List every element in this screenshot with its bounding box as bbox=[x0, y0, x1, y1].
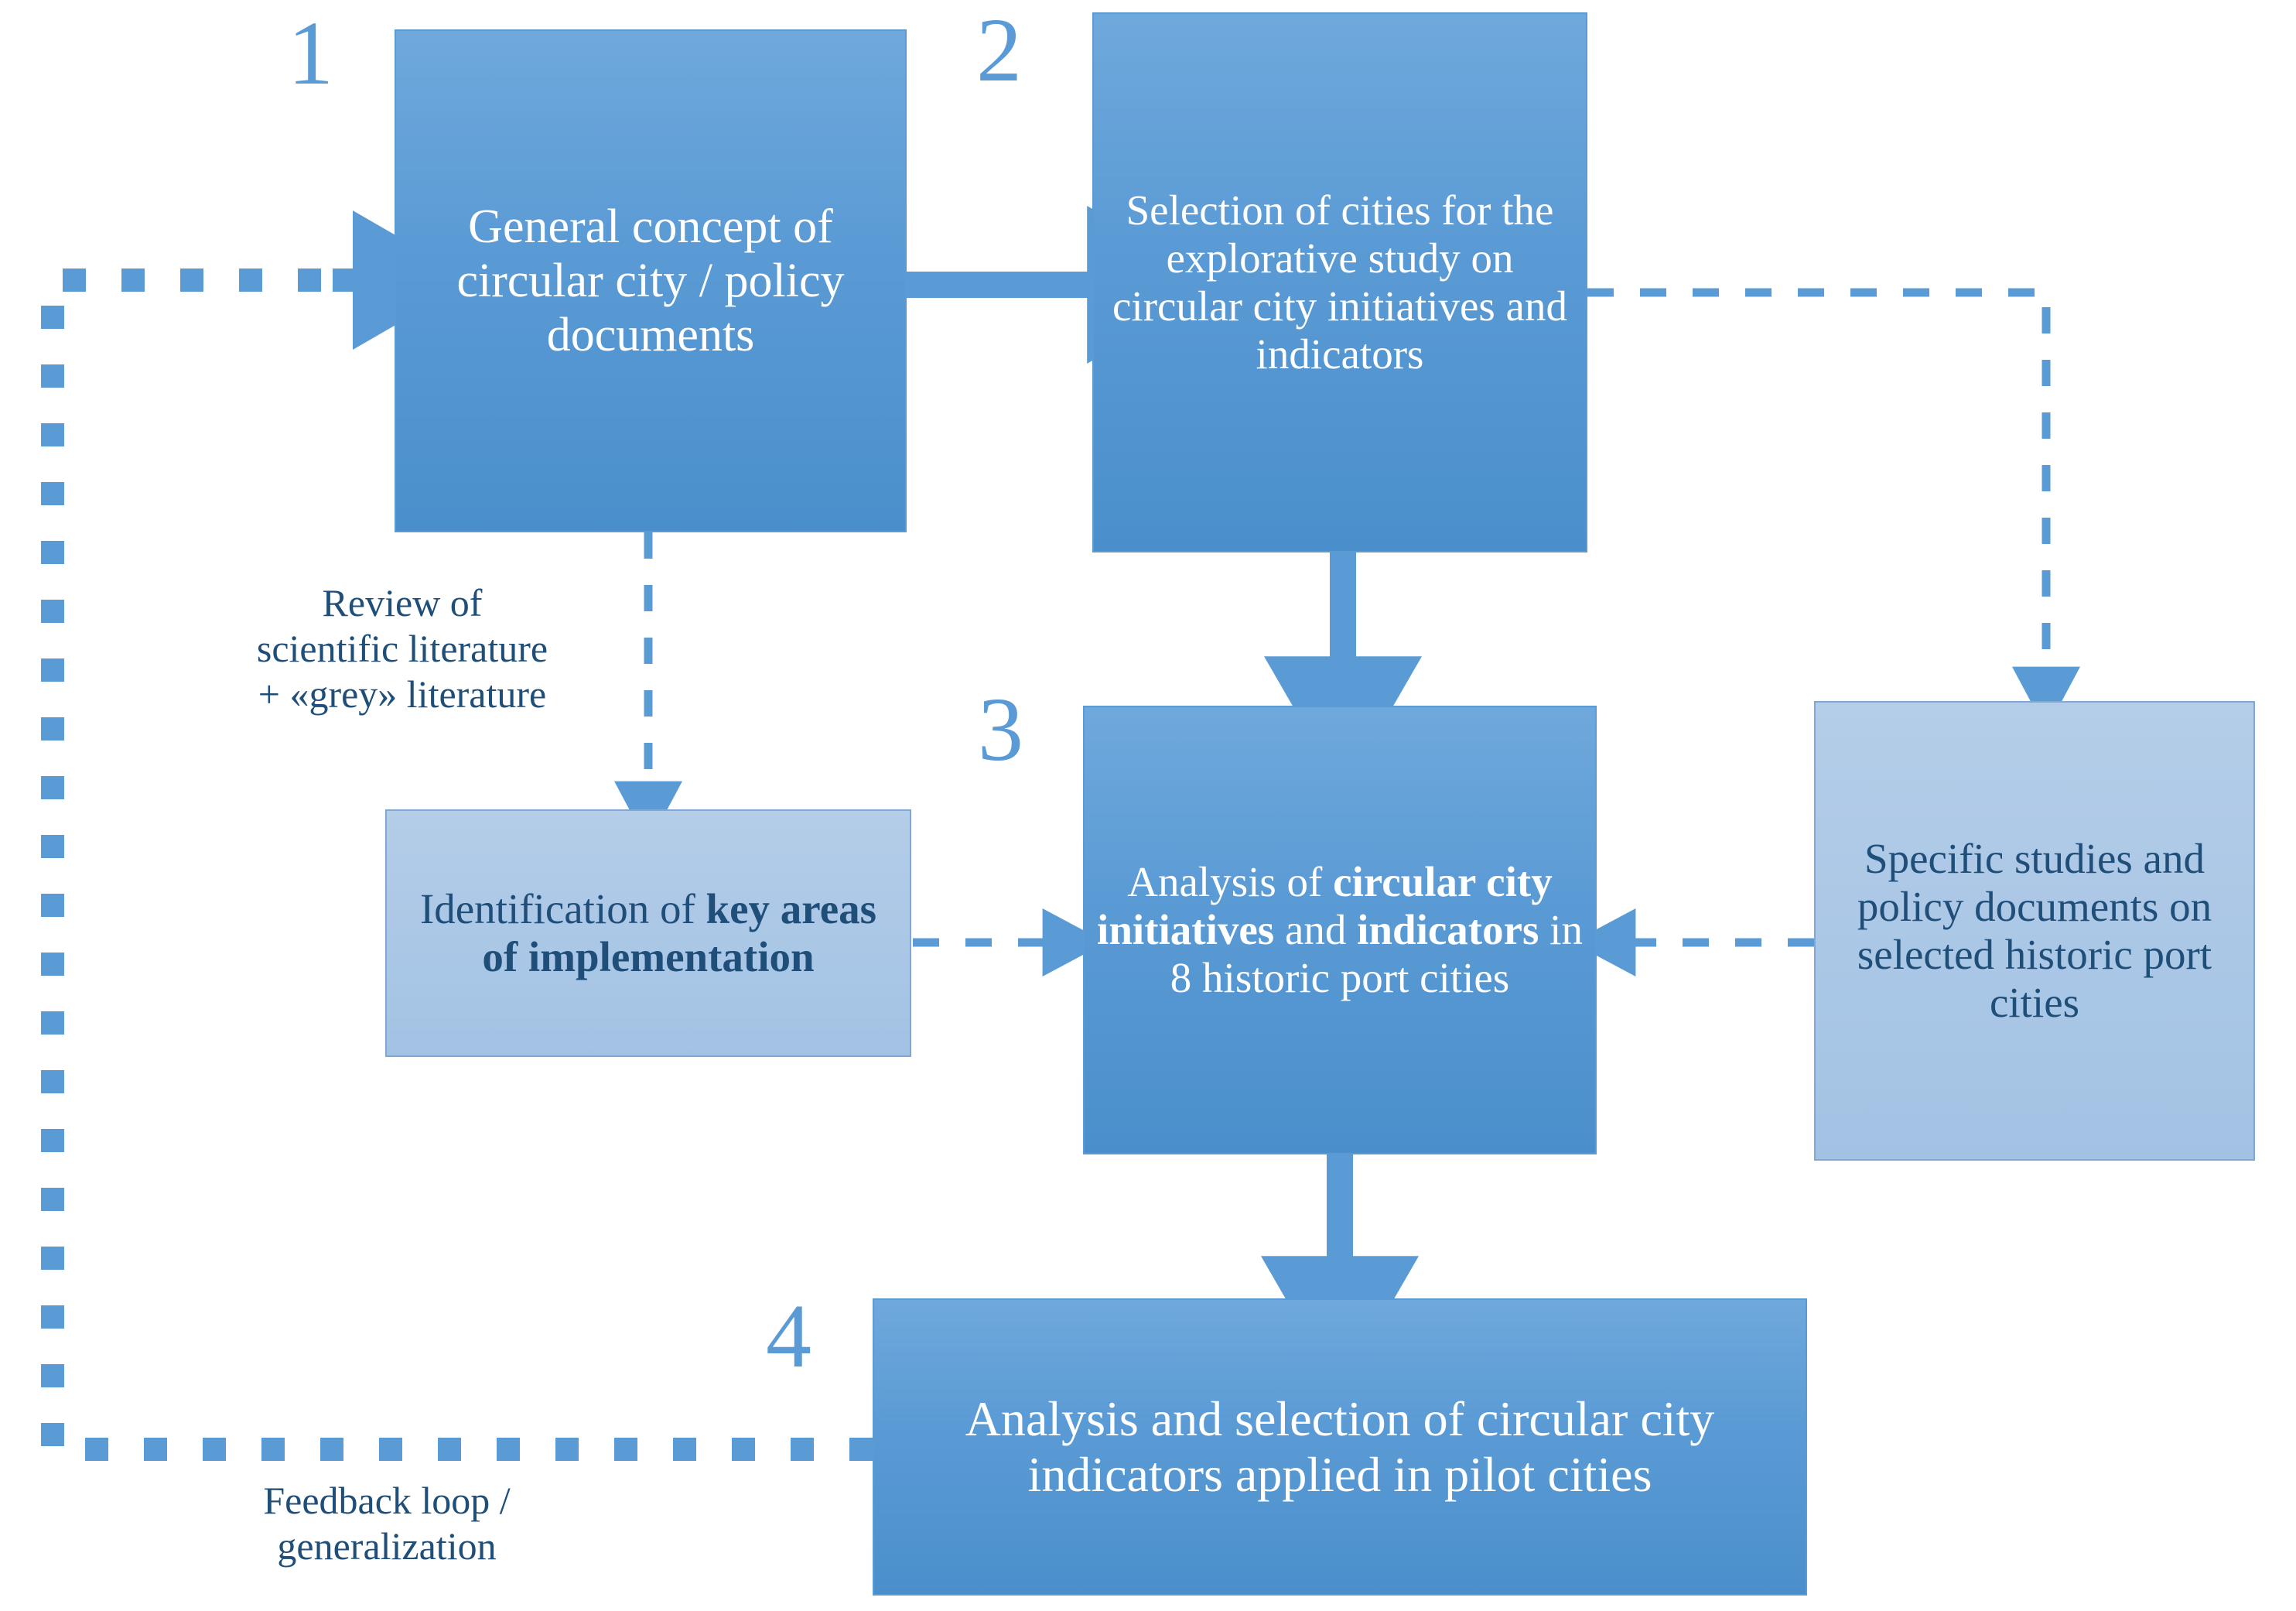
step-number-2: 2 bbox=[976, 0, 1022, 101]
step-number-1: 1 bbox=[288, 2, 333, 104]
step-box-analysis-initiatives-text: Analysis of circular city initiatives an… bbox=[1097, 857, 1583, 1002]
annotation-feedback-loop-line-1: Feedback loop / bbox=[263, 1479, 511, 1522]
support-box-specific-studies-text: Specific studies and policy documents on… bbox=[1857, 834, 2212, 1027]
connector-step2-to-specific-studies bbox=[1587, 288, 2080, 731]
annotation-feedback-loop-line-2: generalization bbox=[277, 1524, 497, 1568]
step-box-analysis-and-selection-text: Analysis and selection of circular city … bbox=[965, 1390, 1715, 1502]
annotation-review-literature-line-3: + «grey» literature bbox=[258, 672, 547, 716]
annotation-review-literature-line-2: scientific literature bbox=[256, 627, 548, 670]
step-box-analysis-initiatives[interactable]: Analysis of circular city initiatives an… bbox=[1083, 706, 1597, 1154]
step-box-analysis-and-selection[interactable]: Analysis and selection of circular city … bbox=[873, 1298, 1807, 1596]
annotation-feedback-loop: Feedback loop / generalization bbox=[139, 1478, 634, 1569]
annotation-review-literature: Review of scientific literature + «grey»… bbox=[147, 580, 658, 717]
step-number-4: 4 bbox=[766, 1285, 811, 1387]
flowchart-canvas: 1 2 3 4 General concept of circular city… bbox=[0, 0, 2296, 1611]
step-box-general-concept[interactable]: General concept of circular city / polic… bbox=[395, 29, 907, 532]
support-box-identification-key-areas-text: Identification of key areas of implement… bbox=[419, 884, 877, 980]
annotation-review-literature-line-1: Review of bbox=[322, 581, 483, 624]
step-box-selection-of-cities-text: Selection of cities for the explorative … bbox=[1112, 186, 1567, 378]
step-box-selection-of-cities[interactable]: Selection of cities for the explorative … bbox=[1092, 12, 1587, 552]
support-box-specific-studies[interactable]: Specific studies and policy documents on… bbox=[1814, 701, 2255, 1161]
step-number-3: 3 bbox=[978, 679, 1023, 780]
step-box-general-concept-text: General concept of circular city / polic… bbox=[456, 200, 845, 362]
support-box-identification-key-areas[interactable]: Identification of key areas of implement… bbox=[385, 809, 911, 1057]
